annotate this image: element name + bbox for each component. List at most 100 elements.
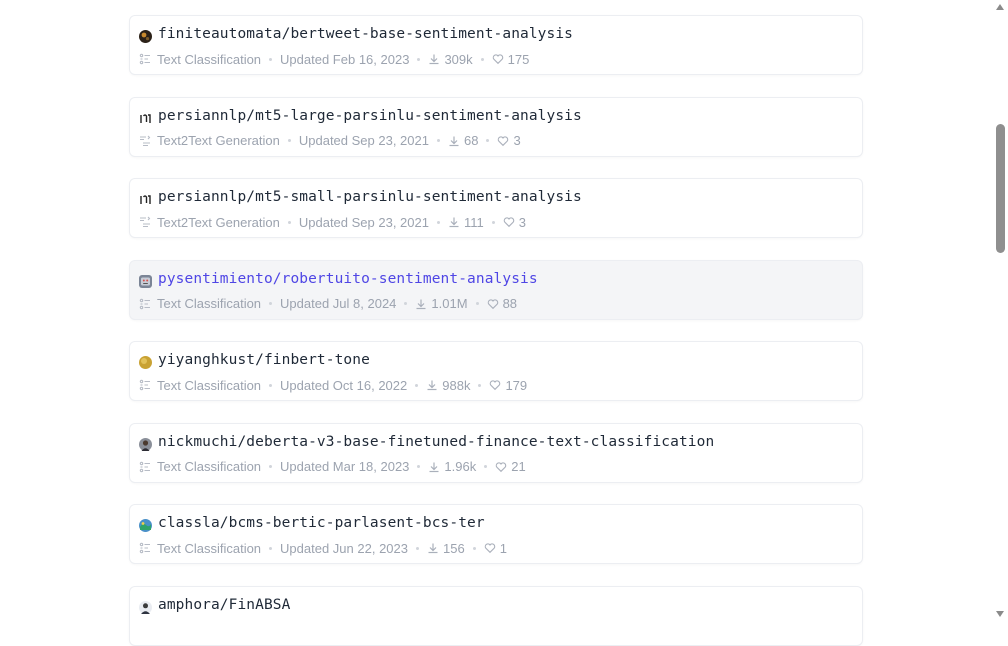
likes-count: 179 — [505, 377, 528, 393]
model-name-link[interactable]: finiteautomata/bertweet-base-sentiment-a… — [158, 26, 573, 42]
model-meta: Text Classification Updated Jun 22, 2023 1… — [139, 540, 507, 556]
downloads-stat: 111 — [448, 215, 484, 230]
updated-date: Updated Sep 23, 2021 — [298, 133, 429, 148]
model-card[interactable]: nickmuchi/deberta-v3-base-finetuned-fina… — [129, 422, 863, 483]
downloads-stat: 68 — [448, 133, 478, 148]
separator-dot — [486, 139, 490, 142]
likes-count: 21 — [511, 459, 526, 474]
task-label: Text Classification — [157, 377, 262, 393]
separator-dot — [472, 546, 476, 550]
likes-count: 3 — [513, 133, 521, 148]
likes-count: 3 — [518, 214, 526, 230]
heart-icon — [489, 379, 501, 391]
separator-dot — [287, 220, 291, 224]
text-classification-icon — [139, 542, 151, 554]
downloads-stat: 156 — [427, 541, 465, 556]
nickmuchi-avatar — [139, 437, 152, 451]
model-name-link[interactable]: yiyanghkust/finbert-tone — [158, 352, 370, 368]
amphora-avatar — [139, 600, 152, 614]
download-icon — [448, 216, 460, 228]
model-card[interactable]: amphora/FinABSA — [129, 585, 863, 646]
likes-count: 88 — [502, 296, 518, 311]
model-meta: Text Classification Updated Oct 16, 2022 9… — [139, 377, 527, 393]
download-icon — [448, 135, 460, 147]
download-icon — [428, 461, 440, 473]
separator-dot — [484, 465, 488, 468]
separator-dot — [491, 220, 495, 224]
separator-dot — [269, 465, 273, 468]
updated-date: Updated Sep 23, 2021 — [298, 214, 429, 230]
separator-dot — [436, 139, 440, 142]
scroll-up-arrow-icon[interactable] — [996, 4, 1004, 10]
model-name-link[interactable]: persiannlp/mt5-large-parsinlu-sentiment-… — [158, 108, 582, 124]
heart-icon — [495, 461, 507, 473]
task-label: Text Classification — [157, 296, 262, 311]
separator-dot — [269, 546, 273, 550]
separator-dot — [480, 57, 484, 61]
scrollbar-thumb[interactable] — [996, 124, 1005, 253]
separator-dot — [269, 57, 273, 61]
likes-stat: 175 — [492, 51, 530, 67]
model-card[interactable]: classla/bcms-bertic-parlasent-bcs-ter Tex… — [129, 504, 863, 564]
downloads-count: 309k — [444, 51, 473, 67]
model-name-link[interactable]: nickmuchi/deberta-v3-base-finetuned-fina… — [158, 434, 714, 450]
model-meta: Text Classification Updated Feb 16, 2023 3… — [139, 51, 529, 67]
download-icon — [415, 298, 427, 310]
model-name-link[interactable]: persiannlp/mt5-small-parsinlu-sentiment-… — [158, 189, 582, 205]
model-name-link[interactable]: classla/bcms-bertic-parlasent-bcs-ter — [158, 515, 485, 531]
model-name-link[interactable]: amphora/FinABSA — [158, 597, 290, 613]
yiyanghkust-avatar — [139, 356, 152, 369]
downloads-stat: 1.96k — [428, 459, 476, 474]
downloads-count: 1.01M — [431, 296, 468, 311]
updated-date: Updated Feb 16, 2023 — [280, 51, 410, 67]
heart-icon — [503, 216, 515, 228]
separator-dot — [436, 220, 440, 224]
model-card[interactable]: persiannlp/mt5-small-parsinlu-sentiment-… — [129, 178, 863, 238]
model-meta: Text2Text Generation Updated Sep 23, 2021… — [139, 214, 526, 230]
model-meta: Text2Text Generation Updated Sep 23, 2021… — [139, 133, 521, 149]
download-icon — [426, 379, 438, 391]
separator-dot — [417, 57, 421, 61]
task-label: Text2Text Generation — [157, 133, 280, 148]
separator-dot — [269, 302, 273, 305]
separator-dot — [478, 383, 482, 387]
downloads-count: 68 — [463, 133, 479, 148]
downloads-count: 988k — [442, 377, 471, 393]
text2text-generation-icon — [139, 135, 151, 147]
text-classification-icon — [139, 379, 151, 391]
heart-icon — [492, 53, 504, 65]
likes-stat: 21 — [495, 459, 526, 474]
model-meta: Text Classification Updated Mar 18, 2023 1… — [139, 459, 526, 475]
likes-stat: 3 — [503, 215, 526, 230]
scroll-down-arrow-icon[interactable] — [996, 611, 1004, 617]
vertical-scrollbar[interactable] — [993, 0, 1008, 621]
persiannlp-avatar — [139, 111, 152, 125]
likes-stat: 88 — [487, 296, 517, 311]
model-card[interactable]: persiannlp/mt5-large-parsinlu-sentiment-… — [129, 96, 863, 157]
finiteautomata-avatar — [139, 30, 152, 43]
heart-icon — [497, 135, 509, 147]
task-label: Text Classification — [157, 540, 262, 556]
downloads-stat: 1.01M — [415, 296, 468, 311]
model-meta: Text Classification Updated Jul 8, 2024 1.… — [139, 296, 517, 312]
updated-date: Updated Oct 16, 2022 — [280, 377, 408, 393]
heart-icon — [487, 298, 499, 310]
pysentimiento-avatar — [139, 274, 152, 288]
likes-stat: 3 — [497, 133, 521, 148]
model-name-link[interactable]: pysentimiento/robertuito-sentiment-analy… — [158, 271, 538, 287]
model-card[interactable]: yiyanghkust/finbert-tone Text Classificat… — [129, 341, 863, 401]
separator-dot — [404, 302, 408, 305]
downloads-stat: 309k — [428, 51, 473, 67]
model-card[interactable]: pysentimiento/robertuito-sentiment-analy… — [129, 259, 863, 320]
model-card[interactable]: finiteautomata/bertweet-base-sentiment-a… — [129, 15, 863, 75]
likes-stat: 1 — [484, 541, 507, 556]
updated-date: Updated Jun 22, 2023 — [280, 540, 408, 556]
downloads-count: 1.96k — [444, 459, 477, 474]
updated-date: Updated Mar 18, 2023 — [280, 459, 410, 474]
task-label: Text2Text Generation — [157, 214, 280, 230]
likes-count: 175 — [507, 51, 530, 67]
text-classification-icon — [139, 298, 151, 310]
text-classification-icon — [139, 461, 151, 473]
downloads-stat: 988k — [426, 378, 470, 393]
text-classification-icon — [139, 53, 151, 65]
